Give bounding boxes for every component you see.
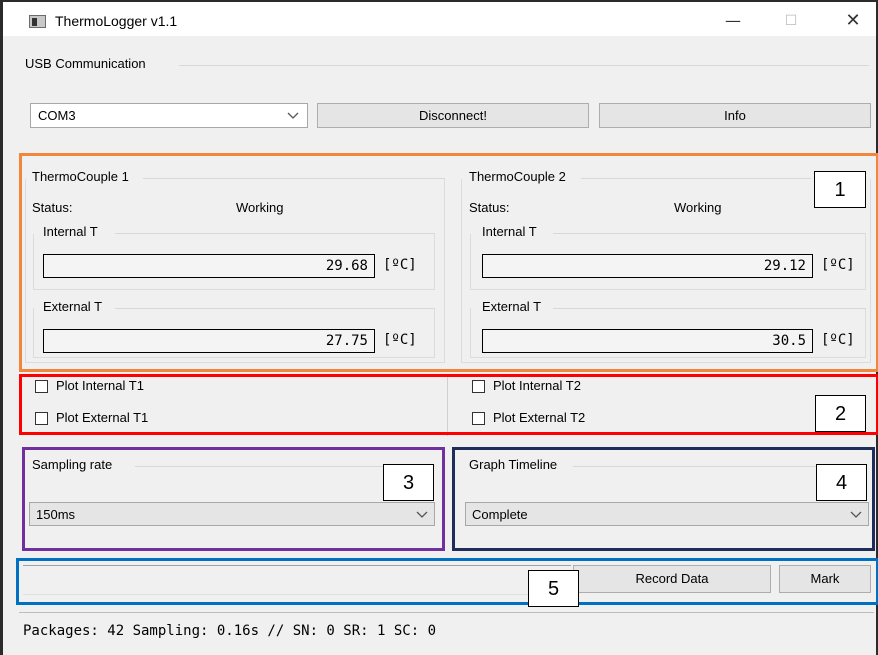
status-text: Packages: 42 Sampling: 0.16s // SN: 0 SR… [23,623,437,639]
annotation-number-5: 5 [528,570,579,607]
window-title: ThermoLogger v1.1 [55,13,178,29]
app-icon [29,15,46,28]
maximize-button[interactable]: ☐ [776,10,806,32]
close-button[interactable]: ✕ [838,10,868,32]
disconnect-button[interactable]: Disconnect! [317,103,589,128]
annotation-box-4 [452,447,875,551]
annotation-box-3 [22,447,445,551]
annotation-number-3: 3 [383,464,434,501]
port-select[interactable]: COM3 [30,103,308,128]
annotation-box-5 [16,558,878,605]
annotation-box-2 [19,374,878,435]
annotation-number-1: 1 [814,171,866,208]
status-divider [19,612,874,613]
info-button[interactable]: Info [599,103,871,128]
annotation-box-1 [19,153,878,372]
port-select-value: COM3 [38,108,76,123]
usb-group-divider [179,65,869,66]
minimize-button[interactable]: — [718,10,748,32]
annotation-number-2: 2 [815,395,866,432]
app-window: ThermoLogger v1.1 — ☐ ✕ USB Communicatio… [0,0,878,655]
annotation-number-4: 4 [816,464,867,501]
usb-group-label: USB Communication [25,56,146,71]
chevron-down-icon [287,112,299,119]
title-bar[interactable]: ThermoLogger v1.1 — ☐ ✕ [3,2,876,36]
